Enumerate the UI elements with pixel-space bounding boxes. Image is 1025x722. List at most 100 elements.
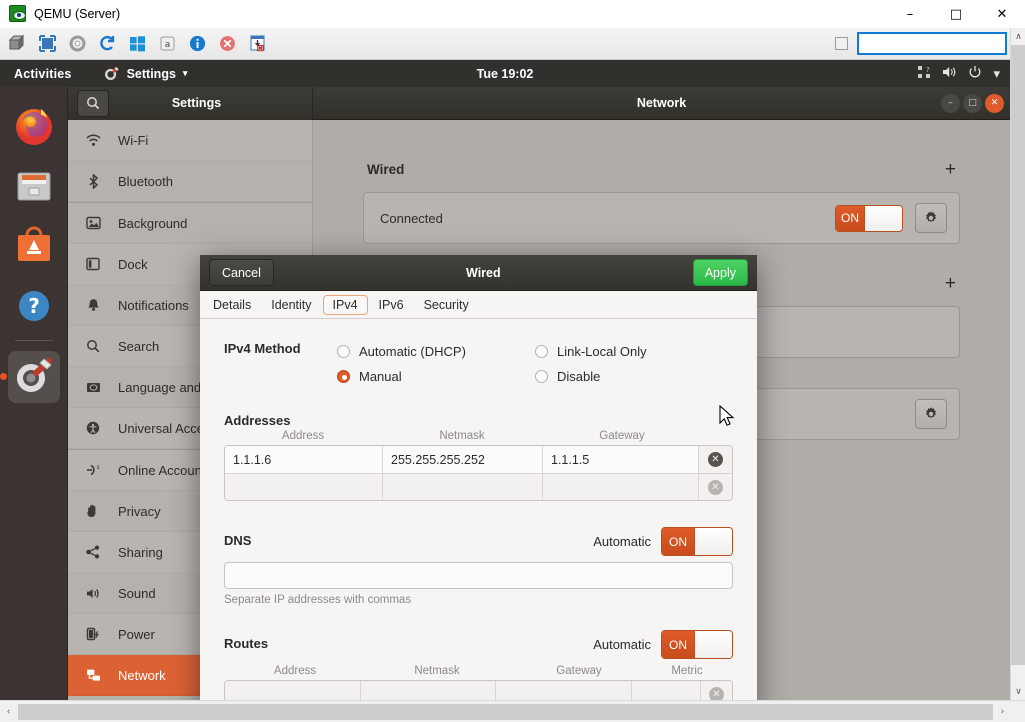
route-netmask-cell[interactable] <box>361 681 497 700</box>
address-cell[interactable] <box>225 474 383 500</box>
delete-circle-icon: ✕ <box>709 687 724 700</box>
host-window-controls: – □ ✕ <box>887 0 1025 28</box>
settings-close-button[interactable]: ✕ <box>985 94 1004 113</box>
app-menu-label: Settings <box>127 67 176 81</box>
address-cell[interactable]: 1.1.1.6 <box>225 446 383 473</box>
radio-button-icon[interactable] <box>535 345 548 358</box>
wifi-icon <box>84 134 102 147</box>
add-connection-button-2[interactable]: + <box>945 274 956 293</box>
power-icon[interactable] <box>968 65 982 82</box>
dock-item-settings[interactable] <box>8 351 60 403</box>
gateway-cell[interactable] <box>543 474 699 500</box>
screenshot-icon[interactable] <box>244 32 270 56</box>
chevron-down-icon[interactable]: ▾ <box>993 66 1000 82</box>
info-icon[interactable] <box>184 32 210 56</box>
dns-input[interactable] <box>224 562 733 589</box>
host-maximize-button[interactable]: □ <box>933 0 979 28</box>
routes-title: Routes <box>224 636 268 651</box>
cancel-button[interactable]: Cancel <box>209 259 274 286</box>
windows-icon[interactable] <box>124 32 150 56</box>
tab-security[interactable]: Security <box>415 296 478 314</box>
dock-item-ubuntu-software[interactable] <box>8 220 60 272</box>
radio-disable[interactable]: Disable <box>535 364 733 389</box>
third-settings-button[interactable] <box>915 399 947 429</box>
host-horizontal-scrollbar[interactable]: ‹ › <box>0 700 1025 722</box>
resize-grip[interactable] <box>1011 702 1025 722</box>
tab-details[interactable]: Details <box>204 296 260 314</box>
scroll-up-arrow[interactable]: ∧ <box>1011 28 1025 45</box>
dock-item-firefox[interactable] <box>8 100 60 152</box>
horizontal-scroll-thumb[interactable] <box>18 704 993 720</box>
radio-link-local-only[interactable]: Link-Local Only <box>535 339 733 364</box>
delete-address-button[interactable]: ✕ <box>699 474 732 500</box>
tab-ipv6[interactable]: IPv6 <box>370 296 413 314</box>
table-row[interactable]: ✕ <box>225 473 732 500</box>
dock-item-help[interactable]: ? <box>8 280 60 332</box>
scroll-right-arrow[interactable]: › <box>994 702 1011 722</box>
table-row[interactable]: ✕ <box>225 681 732 700</box>
sidebar-item-background[interactable]: Background <box>68 203 312 244</box>
privacy-hand-icon <box>84 504 102 518</box>
dns-automatic-toggle[interactable]: ON <box>661 527 733 556</box>
text-icon[interactable]: a <box>154 32 180 56</box>
routes-automatic-toggle[interactable]: ON <box>661 630 733 659</box>
add-connection-button[interactable]: + <box>945 160 956 179</box>
dialog-tabs[interactable]: Details Identity IPv4 IPv6 Security <box>200 291 757 319</box>
route-metric-cell[interactable] <box>632 681 701 700</box>
apply-button[interactable]: Apply <box>693 259 748 286</box>
machine-icon[interactable] <box>4 32 30 56</box>
radio-button-icon[interactable] <box>535 370 548 383</box>
tab-ipv4[interactable]: IPv4 <box>323 295 368 315</box>
app-menu-button[interactable]: Settings ▾ <box>104 66 188 82</box>
connection-settings-button[interactable] <box>915 203 947 233</box>
sidebar-item-bluetooth[interactable]: Bluetooth <box>68 161 312 202</box>
fullscreen-icon[interactable] <box>34 32 60 56</box>
volume-icon[interactable] <box>942 65 957 82</box>
table-row[interactable]: 1.1.1.6 255.255.255.252 1.1.1.5 ✕ <box>225 446 732 473</box>
gateway-cell[interactable]: 1.1.1.5 <box>543 446 699 473</box>
accessibility-icon[interactable]: ? <box>917 65 931 82</box>
dock-item-files[interactable] <box>8 160 60 212</box>
host-toolbar-input[interactable] <box>857 32 1007 55</box>
host-toolbar-checkbox[interactable] <box>835 37 848 50</box>
search-icon[interactable] <box>77 90 109 117</box>
mouse-cursor <box>719 405 736 434</box>
delete-route-button[interactable]: ✕ <box>701 681 732 700</box>
settings-minimize-button[interactable]: – <box>941 94 960 113</box>
scroll-left-arrow[interactable]: ‹ <box>0 702 17 722</box>
panel-status-area[interactable]: ? ▾ <box>917 65 1000 82</box>
netmask-cell[interactable] <box>383 474 543 500</box>
netmask-cell[interactable]: 255.255.255.252 <box>383 446 543 473</box>
delete-address-button[interactable]: ✕ <box>699 446 732 473</box>
connection-toggle[interactable]: ON <box>835 205 903 232</box>
host-close-button[interactable]: ✕ <box>979 0 1025 28</box>
host-minimize-button[interactable]: – <box>887 0 933 28</box>
route-gateway-cell[interactable] <box>496 681 632 700</box>
column-header-netmask: Netmask <box>366 665 508 677</box>
radio-automatic-dhcp[interactable]: Automatic (DHCP) <box>337 339 535 364</box>
sidebar-item-wifi[interactable]: Wi-Fi <box>68 120 312 161</box>
close-red-icon[interactable] <box>214 32 240 56</box>
sidebar-item-label: Search <box>118 339 159 354</box>
content-headerbar: Network – □ ✕ <box>313 87 1010 120</box>
sidebar-item-label: Notifications <box>118 298 189 313</box>
vertical-scroll-thumb[interactable] <box>1011 45 1025 665</box>
column-header-gateway: Gateway <box>508 665 650 677</box>
sidebar-item-label: Sharing <box>118 545 163 560</box>
tab-identity[interactable]: Identity <box>262 296 320 314</box>
svg-text:s: s <box>96 464 99 471</box>
dns-title: DNS <box>224 533 251 548</box>
scroll-down-arrow[interactable]: ∨ <box>1011 683 1025 700</box>
radio-manual[interactable]: Manual <box>337 364 535 389</box>
sound-icon <box>84 587 102 600</box>
host-vertical-scrollbar[interactable]: ∧ ∨ <box>1010 28 1025 700</box>
wired-section-header: Wired + <box>363 160 960 179</box>
activities-button[interactable]: Activities <box>14 67 72 81</box>
settings-icon[interactable] <box>64 32 90 56</box>
route-address-cell[interactable] <box>225 681 361 700</box>
radio-button-icon[interactable] <box>337 370 350 383</box>
sidebar-item-label: Sound <box>118 586 156 601</box>
refresh-icon[interactable] <box>94 32 120 56</box>
settings-maximize-button[interactable]: □ <box>963 94 982 113</box>
radio-button-icon[interactable] <box>337 345 350 358</box>
